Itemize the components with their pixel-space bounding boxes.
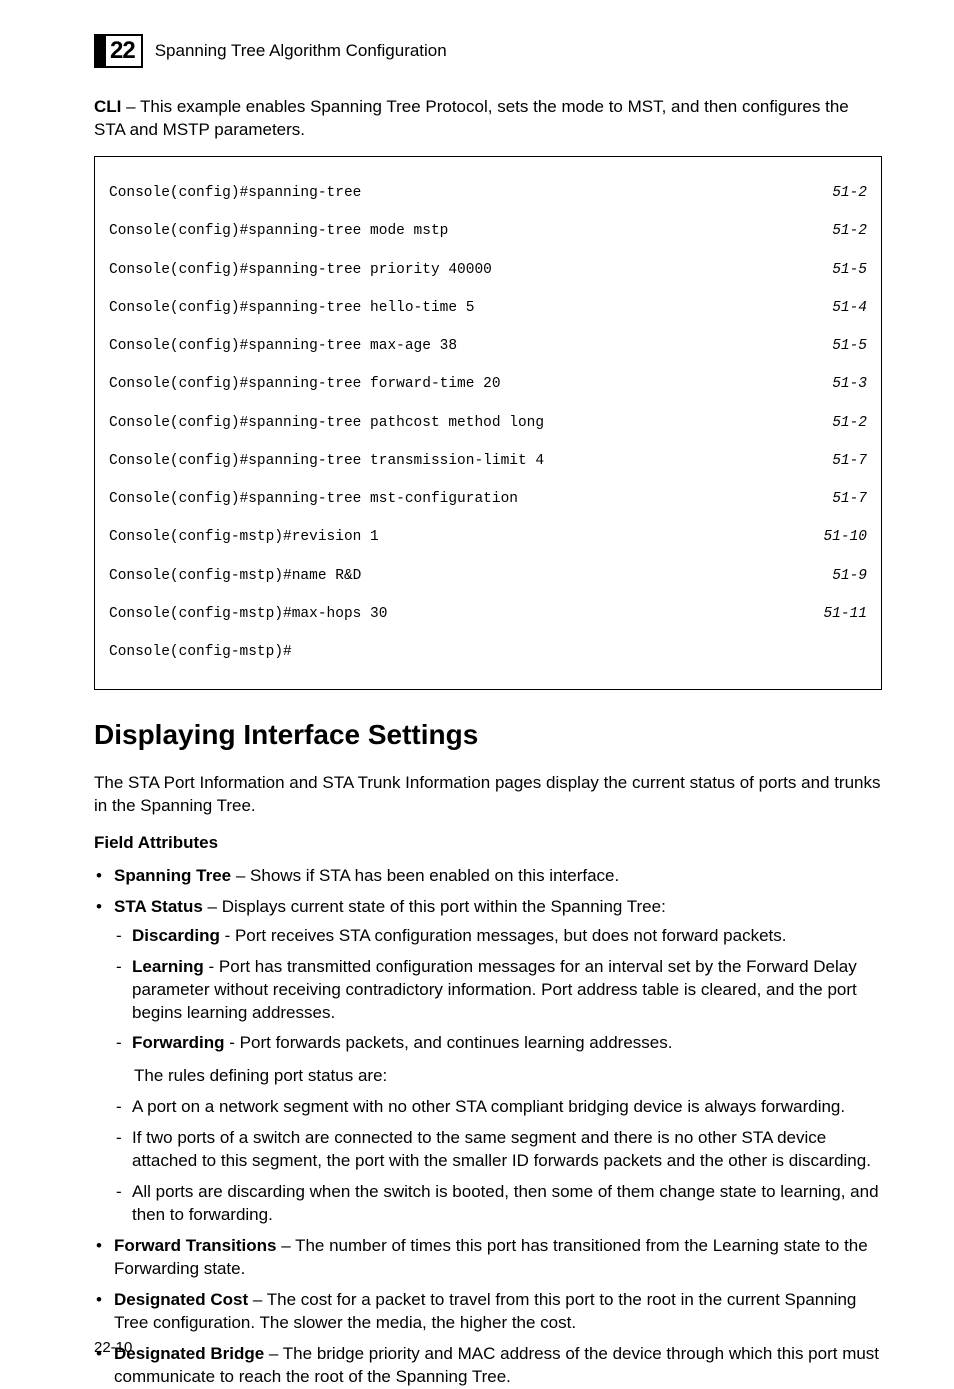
console-output: Console(config)#spanning-tree 51-2 Consol… [94, 156, 882, 690]
console-left: Console(config)#spanning-tree [109, 184, 361, 203]
sub-bold: Discarding [132, 926, 220, 945]
console-line: Console(config)#spanning-tree mode mstp 5… [109, 222, 867, 241]
page-header: 22 Spanning Tree Algorithm Configuration [94, 34, 882, 68]
cli-text: – This example enables Spanning Tree Pro… [94, 97, 849, 139]
console-ref: 51-3 [811, 375, 867, 394]
console-left: Console(config)#spanning-tree mode mstp [109, 222, 448, 241]
console-line: Console(config)#spanning-tree mst-config… [109, 490, 867, 509]
chapter-number: 22 [106, 35, 141, 67]
console-ref: 51-10 [811, 528, 867, 547]
chapter-badge: 22 [94, 34, 143, 68]
attr-bold: STA Status [114, 897, 203, 916]
console-line: Console(config)#spanning-tree hello-time… [109, 299, 867, 318]
console-line: Console(config)#spanning-tree priority 4… [109, 261, 867, 280]
console-line: Console(config)#spanning-tree forward-ti… [109, 375, 867, 394]
rule-text: If two ports of a switch are connected t… [132, 1128, 871, 1170]
console-left: Console(config-mstp)#name R&D [109, 567, 361, 586]
header-section-title: Spanning Tree Algorithm Configuration [155, 40, 447, 63]
console-left: Console(config)#spanning-tree forward-ti… [109, 375, 501, 394]
rule-item: If two ports of a switch are connected t… [114, 1127, 882, 1173]
console-ref: 51-7 [811, 490, 867, 509]
console-ref: 51-2 [811, 184, 867, 203]
console-line: Console(config)#spanning-tree max-age 38… [109, 337, 867, 356]
section-heading: Displaying Interface Settings [94, 716, 882, 754]
console-ref: 51-9 [811, 567, 867, 586]
attr-forward-transitions: Forward Transitions – The number of time… [94, 1235, 882, 1281]
rule-item: A port on a network segment with no othe… [114, 1096, 882, 1119]
console-line: Console(config-mstp)# [109, 643, 867, 662]
attr-designated-cost: Designated Cost – The cost for a packet … [94, 1289, 882, 1335]
rule-text: A port on a network segment with no othe… [132, 1097, 845, 1116]
sub-forwarding: Forwarding - Port forwards packets, and … [114, 1032, 882, 1055]
sta-status-sublist: Discarding - Port receives STA configura… [114, 925, 882, 1056]
sub-bold: Learning [132, 957, 204, 976]
attributes-list: Spanning Tree – Shows if STA has been en… [94, 865, 882, 1389]
console-ref: 51-11 [811, 605, 867, 624]
console-left: Console(config)#spanning-tree transmissi… [109, 452, 544, 471]
console-line: Console(config-mstp)#name R&D 51-9 [109, 567, 867, 586]
attr-designated-bridge: Designated Bridge – The bridge priority … [94, 1343, 882, 1389]
rule-item: All ports are discarding when the switch… [114, 1181, 882, 1227]
console-ref: 51-5 [811, 337, 867, 356]
sub-learning: Learning - Port has transmitted configur… [114, 956, 882, 1025]
section-intro: The STA Port Information and STA Trunk I… [94, 772, 882, 818]
rules-list: A port on a network segment with no othe… [114, 1096, 882, 1227]
console-ref [811, 643, 867, 662]
sub-text: - Port has transmitted configuration mes… [132, 957, 857, 1022]
attr-sta-status: STA Status – Displays current state of t… [94, 896, 882, 1227]
console-ref: 51-5 [811, 261, 867, 280]
attr-bold: Spanning Tree [114, 866, 231, 885]
console-ref: 51-4 [811, 299, 867, 318]
intro-paragraph: CLI – This example enables Spanning Tree… [94, 96, 882, 142]
console-left: Console(config-mstp)#revision 1 [109, 528, 379, 547]
console-line: Console(config)#spanning-tree 51-2 [109, 184, 867, 203]
attr-bold: Forward Transitions [114, 1236, 276, 1255]
rules-intro: The rules defining port status are: [134, 1065, 882, 1088]
attr-text: – Shows if STA has been enabled on this … [231, 866, 619, 885]
console-ref: 51-2 [811, 414, 867, 433]
console-left: Console(config)#spanning-tree priority 4… [109, 261, 492, 280]
console-left: Console(config-mstp)# [109, 643, 292, 662]
sub-bold: Forwarding [132, 1033, 225, 1052]
console-ref: 51-2 [811, 222, 867, 241]
console-left: Console(config)#spanning-tree hello-time… [109, 299, 474, 318]
console-line: Console(config-mstp)#max-hops 30 51-11 [109, 605, 867, 624]
attr-text: – Displays current state of this port wi… [203, 897, 666, 916]
chapter-stripe [96, 36, 106, 66]
console-line: Console(config-mstp)#revision 1 51-10 [109, 528, 867, 547]
console-line: Console(config)#spanning-tree pathcost m… [109, 414, 867, 433]
page-number: 22-10 [94, 1338, 132, 1358]
sub-discarding: Discarding - Port receives STA configura… [114, 925, 882, 948]
attr-bold: Designated Bridge [114, 1344, 264, 1363]
attr-bold: Designated Cost [114, 1290, 248, 1309]
console-left: Console(config)#spanning-tree max-age 38 [109, 337, 457, 356]
sub-text: - Port receives STA configuration messag… [220, 926, 787, 945]
console-left: Console(config-mstp)#max-hops 30 [109, 605, 387, 624]
console-left: Console(config)#spanning-tree mst-config… [109, 490, 518, 509]
console-line: Console(config)#spanning-tree transmissi… [109, 452, 867, 471]
console-ref: 51-7 [811, 452, 867, 471]
field-attributes-label: Field Attributes [94, 832, 882, 855]
cli-label: CLI [94, 97, 121, 116]
console-left: Console(config)#spanning-tree pathcost m… [109, 414, 544, 433]
sub-text: - Port forwards packets, and continues l… [225, 1033, 673, 1052]
attr-spanning-tree: Spanning Tree – Shows if STA has been en… [94, 865, 882, 888]
rule-text: All ports are discarding when the switch… [132, 1182, 879, 1224]
